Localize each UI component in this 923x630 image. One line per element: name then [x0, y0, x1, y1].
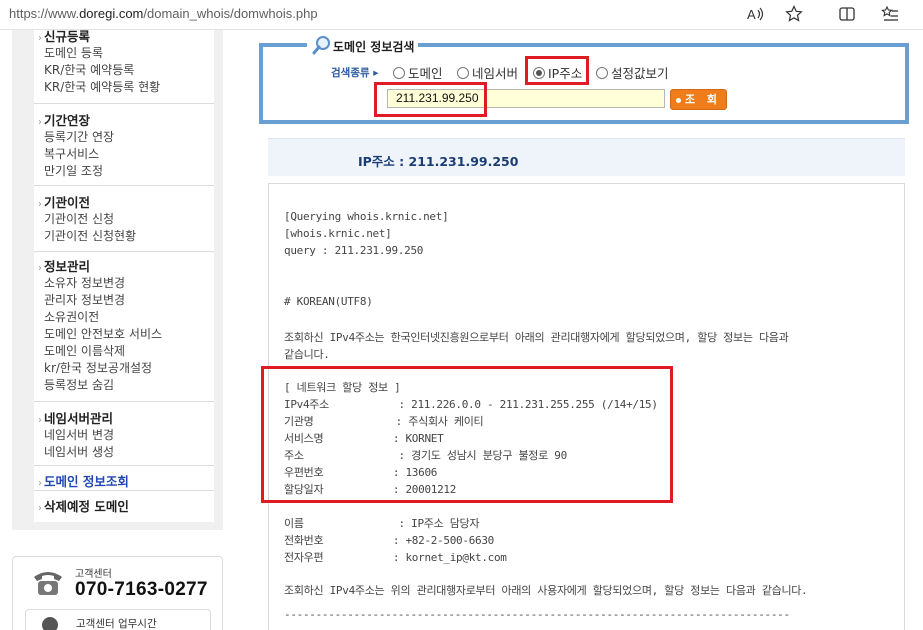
menu-head-new-registration[interactable]: › 신규등록 — [38, 26, 90, 45]
customer-center-label: 고객센터 — [75, 569, 112, 580]
customer-hours-label: 고객센터 업무시간 — [76, 618, 157, 630]
whois-line: query : 211.231.99.250 — [284, 244, 424, 257]
menu-item-hide-info[interactable]: 등록정보 숨김 — [44, 376, 114, 393]
favorite-star-icon[interactable] — [782, 3, 806, 25]
read-aloud-icon[interactable]: A — [743, 3, 767, 25]
radio-circle[interactable] — [596, 66, 608, 79]
menu-item-kr-disclosure[interactable]: kr/한국 정보공개설정 — [44, 359, 152, 376]
panel-title-wrap: 도메인 정보검색 — [307, 34, 419, 56]
url-prefix: https://www. — [9, 6, 80, 21]
svg-text:A: A — [747, 7, 756, 22]
menu-item-owner-change[interactable]: 소유자 정보변경 — [44, 274, 125, 291]
whois-line: ----------------------------------------… — [284, 608, 790, 621]
menu-head-info-manage[interactable]: › 정보관리 — [38, 256, 90, 275]
search-type-label: 검색종류 ▸ — [331, 67, 379, 79]
domain-search-panel: 도메인 정보검색 검색종류 ▸ 도메인 네임서버 IP주소 설정값보기 211.… — [259, 36, 909, 124]
menu-group-nameserver: › 네임서버관리 네임서버 변경 네임서버 생성 — [34, 402, 214, 466]
radio-settings[interactable]: 설정값보기 — [596, 63, 669, 82]
menu-item-extend-period[interactable]: 등록기간 연장 — [44, 128, 114, 145]
menu-item-kr-reserve-status[interactable]: KR/한국 예약등록 현황 — [44, 78, 160, 95]
highlight-box-network-info — [261, 366, 673, 503]
menu-group-new-registration: › 신규등록 도메인 등록 KR/한국 예약등록 KR/한국 예약등록 현황 — [34, 22, 214, 104]
panel-title: 도메인 정보검색 — [333, 40, 415, 54]
highlight-box-ip-option — [525, 56, 589, 85]
menu-head-transfer[interactable]: › 기관이전 — [38, 192, 90, 211]
url-domain: doregi.com — [79, 6, 144, 21]
menu-group-renewal: › 기간연장 등록기간 연장 복구서비스 만기일 조정 — [34, 104, 214, 186]
menu-group-transfer: › 기관이전 기관이전 신청 기관이전 신청현황 — [34, 186, 214, 252]
customer-center-phone: 070-7163-0277 — [75, 579, 208, 600]
whois-line: 이름 : IP주소 담당자 — [284, 517, 480, 530]
menu-item-domain-register[interactable]: 도메인 등록 — [44, 44, 103, 61]
menu-head-renewal[interactable]: › 기간연장 — [38, 110, 90, 129]
whois-line: # KOREAN(UTF8) — [284, 295, 373, 308]
whois-line: 같습니다. — [284, 348, 330, 361]
split-screen-icon[interactable] — [835, 3, 859, 25]
whois-line: [Querying whois.krnic.net] — [284, 210, 449, 223]
menu-group-domain-lookup: › 도메인 정보조회 — [34, 466, 214, 491]
menu-group-info-manage: › 정보관리 소유자 정보변경 관리자 정보변경 소유권이전 도메인 안전보호 서… — [34, 252, 214, 402]
radio-domain[interactable]: 도메인 — [393, 63, 443, 82]
customer-hours-box: 고객센터 업무시간 — [25, 609, 211, 630]
menu-item-transfer-apply[interactable]: 기관이전 신청 — [44, 210, 114, 227]
result-header: IP주소 : 211.231.99.250 — [268, 138, 905, 176]
highlight-box-ip-input — [374, 82, 487, 117]
left-sidebar: › 신규등록 도메인 등록 KR/한국 예약등록 KR/한국 예약등록 현황 › 기… — [12, 29, 223, 530]
menu-group-pending-delete: › 삭제예정 도메인 — [34, 491, 214, 517]
radio-nameserver[interactable]: 네임서버 — [457, 63, 518, 82]
menu-item-domain-delete[interactable]: 도메인 이름삭제 — [44, 342, 125, 359]
menu-item-restore-service[interactable]: 복구서비스 — [44, 145, 99, 162]
whois-line: 전자우편 : kornet_ip@kt.com — [284, 551, 507, 564]
menu-item-ns-create[interactable]: 네임서버 생성 — [44, 443, 114, 460]
menu-item-ns-change[interactable]: 네임서버 변경 — [44, 426, 114, 443]
button-dot-icon — [675, 97, 681, 103]
whois-line: 조회하신 IPv4주소는 위의 관리대행자로부터 아래의 사용자에게 할당되었으… — [284, 584, 808, 597]
url-field[interactable]: https://www.doregi.com/domain_whois/domw… — [9, 6, 318, 21]
menu-item-kr-reserve[interactable]: KR/한국 예약등록 — [44, 61, 134, 78]
menu-item-ownership-transfer[interactable]: 소유권이전 — [44, 308, 99, 325]
customer-center-box: 고객센터 070-7163-0277 고객센터 업무시간 — [12, 556, 223, 630]
whois-line: 전화번호 : +82-2-500-6630 — [284, 534, 494, 547]
favorites-list-icon[interactable] — [878, 3, 902, 25]
sidebar-menu: › 신규등록 도메인 등록 KR/한국 예약등록 KR/한국 예약등록 현황 › 기… — [34, 29, 214, 522]
menu-item-transfer-status[interactable]: 기관이전 신청현황 — [44, 227, 136, 244]
menu-head-pending-delete[interactable]: › 삭제예정 도메인 — [38, 496, 129, 515]
whois-line: [whois.krnic.net] — [284, 227, 392, 240]
radio-circle[interactable] — [393, 66, 405, 79]
menu-item-admin-change[interactable]: 관리자 정보변경 — [44, 291, 125, 308]
radio-circle[interactable] — [457, 66, 469, 79]
url-path: /domain_whois/domwhois.php — [143, 6, 318, 21]
search-button[interactable]: 조 회 — [670, 89, 727, 110]
result-header-text: IP주소 : 211.231.99.250 — [358, 154, 519, 169]
magnifier-icon — [311, 34, 333, 56]
menu-head-nameserver[interactable]: › 네임서버관리 — [38, 408, 113, 427]
menu-head-domain-lookup[interactable]: › 도메인 정보조회 — [38, 471, 129, 490]
telephone-icon — [31, 567, 65, 597]
menu-item-domain-protect[interactable]: 도메인 안전보호 서비스 — [44, 325, 162, 342]
whois-line: 조회하신 IPv4주소는 한국인터넷진흥원으로부터 아래의 관리대행자에게 할당… — [284, 331, 789, 344]
clock-icon — [42, 617, 58, 630]
menu-item-expiry-adjust[interactable]: 만기일 조정 — [44, 162, 103, 179]
whois-result: [Querying whois.krnic.net] [whois.krnic.… — [261, 183, 905, 630]
